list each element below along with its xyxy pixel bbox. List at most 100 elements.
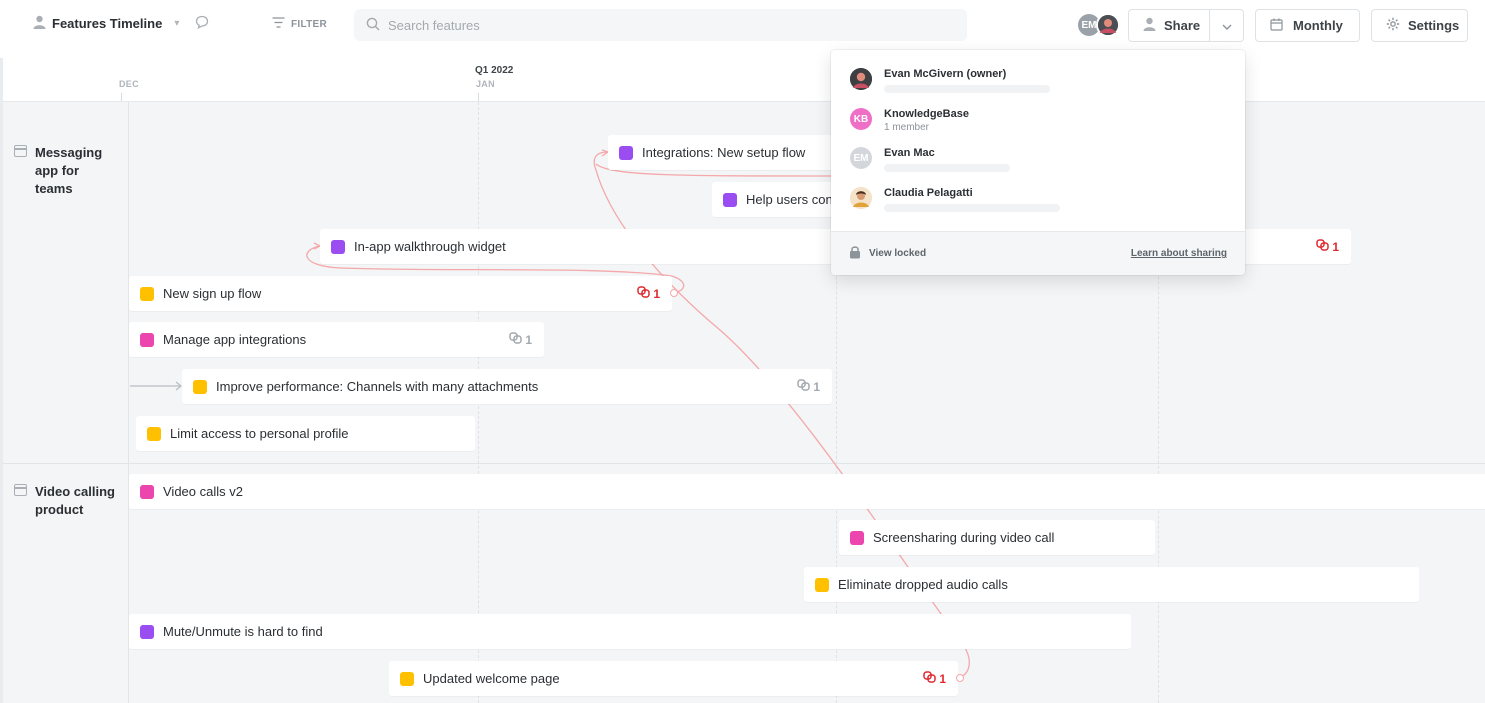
feature-label: Improve performance: Channels with many … [216,379,539,394]
status-square [331,239,345,254]
feature-card[interactable]: Video calls v2 [129,474,1485,509]
dependency-badge[interactable]: 1 [509,332,532,347]
feature-card[interactable]: Improve performance: Channels with many … [182,369,832,404]
learn-about-sharing-link[interactable]: Learn about sharing [1131,248,1227,259]
feature-card[interactable]: New sign up flow 1 [129,276,678,311]
avatar-photo [1096,13,1120,37]
share-button[interactable]: Share [1129,10,1211,41]
feature-card[interactable]: Mute/Unmute is hard to find [129,614,1131,649]
feature-label: Video calls v2 [163,484,243,499]
search-bar[interactable] [354,9,967,41]
share-popup: Evan McGivern (owner) KB KnowledgeBase 1… [831,50,1245,275]
filter-icon [272,17,285,31]
view-locked-label: View locked [869,248,927,259]
member-name: KnowledgeBase [884,108,969,120]
timeline-header [0,50,1485,102]
month-tick [478,93,479,101]
status-square [723,192,737,207]
feature-card[interactable]: Screensharing during video call [839,520,1155,555]
settings-label: Settings [1408,18,1460,33]
comment-icon[interactable] [195,15,209,32]
status-square [619,145,633,160]
feature-card[interactable]: Help users cont [712,182,838,217]
avatar: KB [850,108,872,130]
feature-card[interactable]: Eliminate dropped audio calls [804,567,1419,602]
member-row: KB KnowledgeBase 1 member [850,107,969,134]
quarter-label: Q1 2022 [475,65,514,76]
status-square [815,577,829,592]
link-icon [1316,239,1330,254]
link-icon [923,671,937,686]
share-button-group: Share [1128,9,1244,42]
dependency-badge[interactable]: 1 [797,379,820,394]
status-square [850,530,864,545]
page-title[interactable]: Features Timeline [52,16,162,31]
monthly-view-button[interactable]: Monthly [1255,9,1360,42]
redacted-email [884,204,1060,212]
avatar-photo [850,68,872,90]
status-square [140,332,154,347]
redacted-email [884,164,1010,172]
status-square [140,286,154,301]
share-label: Share [1164,18,1201,33]
lane-separator [3,463,1485,464]
user-icon [33,15,46,32]
feature-card[interactable]: Integrations: New setup flow [608,135,838,170]
filter-button[interactable]: FILTER [272,17,327,31]
dependency-count: 1 [813,379,820,394]
title-dropdown-icon[interactable]: ▾ [174,18,179,29]
gear-icon [1386,17,1400,34]
feature-label: Integrations: New setup flow [642,145,806,160]
month-label-dec: DEC [119,79,139,89]
view-locked-toggle[interactable]: View locked [849,245,926,262]
dependency-handle[interactable] [956,674,964,682]
collaborator-avatars[interactable]: EM [1078,13,1120,37]
month-label-jan: JAN [476,79,495,89]
feature-label: Limit access to personal profile [170,426,349,441]
feature-card[interactable]: Manage app integrations 1 [129,322,544,357]
link-icon [797,379,811,394]
settings-button[interactable]: Settings [1371,9,1468,42]
dependency-badge[interactable]: 1 [1316,239,1339,254]
dependency-handle[interactable] [670,289,678,297]
dependency-count: 1 [939,671,946,686]
feature-label: Screensharing during video call [873,530,1055,545]
feature-card[interactable]: Limit access to personal profile [136,416,475,451]
member-row: EM Evan Mac [850,146,1010,172]
feature-label: In-app walkthrough widget [354,239,506,254]
monthly-label: Monthly [1293,18,1343,33]
search-icon [366,17,380,34]
avatar-photo [850,187,872,209]
user-icon [1143,17,1156,34]
redacted-email [884,85,1050,93]
member-name: Evan McGivern (owner) [884,68,1007,80]
status-square [140,624,154,639]
feature-label: Manage app integrations [163,332,307,347]
status-square [400,671,414,686]
dependency-badge[interactable]: 1 [637,286,660,301]
share-dropdown-toggle[interactable] [1210,10,1243,41]
lane-label: Messaging app for teams [35,145,103,196]
search-input[interactable] [388,17,948,33]
status-square [193,379,207,394]
dependency-count: 1 [653,286,660,301]
top-bar: Features Timeline ▾ FILTER EM Share [0,0,1485,50]
link-icon [637,286,651,301]
chevron-down-icon [1222,18,1232,33]
lane-icon [14,145,27,157]
link-icon [509,332,523,347]
lane-video-calling[interactable]: Video calling product [14,483,115,519]
member-name: Claudia Pelagatti [884,187,973,199]
member-name: Evan Mac [884,147,935,159]
member-subtitle: 1 member [884,122,930,133]
lane-icon [14,484,27,496]
lane-messaging[interactable]: Messaging app for teams [14,144,115,198]
feature-card[interactable]: Updated welcome page 1 [389,661,964,696]
status-square [147,426,161,441]
avatar: EM [850,147,872,169]
dependency-count: 1 [525,332,532,347]
lock-icon [849,245,861,262]
feature-label: Updated welcome page [423,671,560,686]
member-row: Evan McGivern (owner) [850,67,1050,93]
dependency-badge[interactable]: 1 [923,671,946,686]
